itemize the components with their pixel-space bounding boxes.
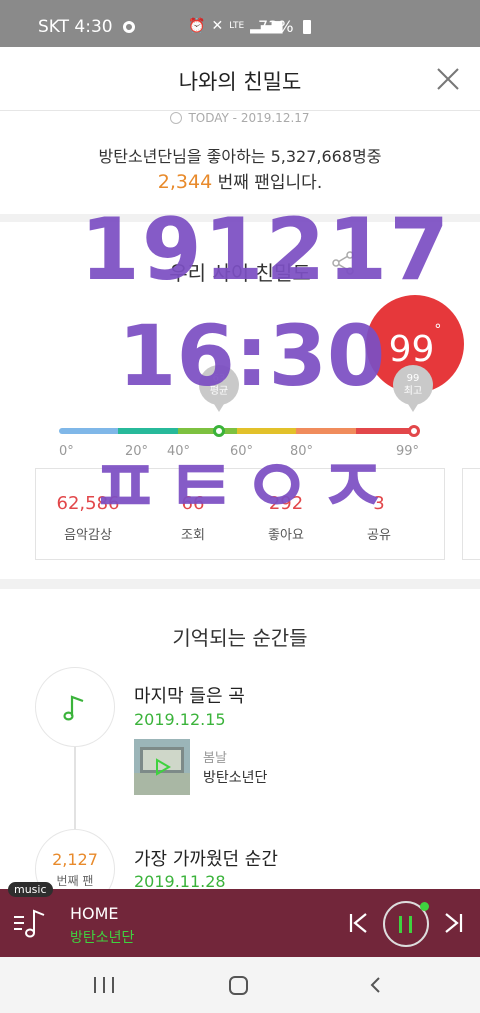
overlay-date: 191217	[80, 200, 452, 300]
moment-date-last-song: 2019.12.15	[134, 710, 226, 729]
home-icon[interactable]	[229, 976, 248, 995]
system-nav-bar	[0, 957, 480, 1013]
page-header: 나와의 친밀도	[0, 47, 480, 111]
music-tag: music	[8, 882, 53, 897]
mini-player[interactable]: HOME 방탄소년단	[0, 889, 480, 957]
fan-rank-number: 2,344	[157, 171, 213, 193]
notification-icon	[122, 21, 135, 33]
clock-icon	[170, 112, 183, 124]
mute-icon: ✕	[211, 18, 224, 34]
close-icon[interactable]	[434, 65, 462, 93]
pause-icon	[399, 916, 412, 933]
back-icon[interactable]	[366, 975, 386, 995]
song-artist: 방탄소년단	[203, 770, 268, 786]
play-icon[interactable]	[152, 757, 172, 777]
today-label: TODAY - 2019.12.17	[0, 111, 480, 125]
moment-title-last-song: 마지막 들은 곡	[134, 686, 245, 707]
moments-card: 기억되는 순간들 마지막 들은 곡 2019.12.15 봄날 방탄소년단 2,…	[0, 589, 480, 909]
overlay-time: 16:30	[118, 307, 386, 405]
max-bubble: 99 최고	[393, 365, 433, 412]
music-note-circle	[35, 667, 115, 747]
track-artist: 방탄소년단	[70, 930, 135, 946]
previous-track-icon[interactable]	[348, 911, 370, 935]
track-title: HOME	[70, 904, 119, 923]
moments-title: 기억되는 순간들	[172, 626, 308, 650]
moment-title-closest: 가장 가까웠던 순간	[134, 849, 278, 870]
page-title: 나와의 친밀도	[178, 70, 302, 94]
summary-card: TODAY - 2019.12.17 방탄소년단님을 좋아하는 5,327,66…	[0, 111, 480, 214]
battery-percent: 73%	[258, 17, 294, 36]
song-title: 봄날	[203, 751, 227, 766]
carrier-time: SKT 4:30	[38, 17, 113, 37]
next-stats-card[interactable]	[462, 468, 480, 560]
score-knob	[408, 425, 420, 437]
gauge-scale-label: 99°	[396, 444, 420, 459]
gauge-scale-label: 0°	[59, 444, 74, 459]
fan-count-text: 방탄소년단님을 좋아하는 5,327,668명중	[98, 147, 382, 166]
alarm-icon: ⏰	[188, 18, 206, 34]
fan-rank-text: 2,344 번째 팬입니다.	[157, 171, 323, 193]
closest-rank: 2,127	[52, 850, 98, 869]
overlay-initials: ㅍㅌㅇㅈ	[90, 442, 394, 531]
battery-icon	[302, 20, 311, 34]
recent-apps-icon[interactable]	[94, 977, 114, 993]
playlist-icon[interactable]	[12, 905, 48, 941]
next-track-icon[interactable]	[442, 911, 464, 935]
network-label: LTE	[229, 21, 245, 31]
music-note-icon	[63, 695, 84, 721]
album-cover[interactable]	[134, 739, 190, 795]
status-bar: SKT 4:30 ⏰ ✕ LTE ▂▄▆ 73%	[0, 0, 480, 47]
pause-button[interactable]	[383, 901, 429, 947]
progress-dot	[420, 902, 429, 911]
